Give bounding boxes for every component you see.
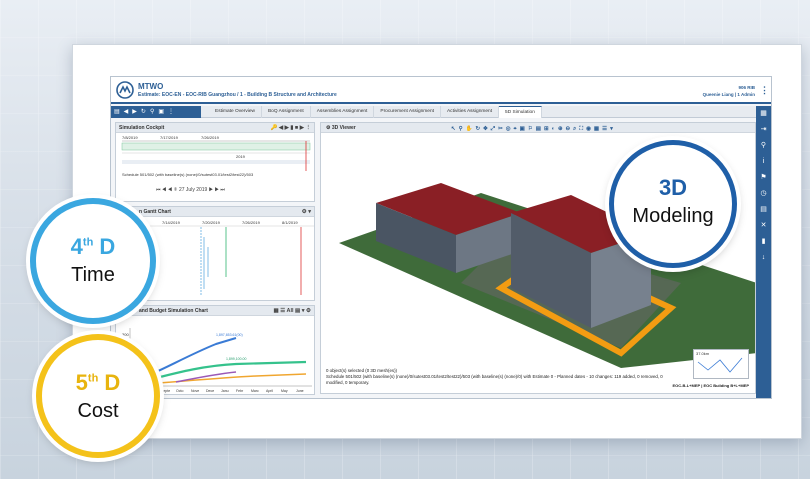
panel-title: and Budget Simulation Chart ▦ ☰ All ▤ ▾ … (116, 306, 314, 316)
main-toolbar: ▤ ◀ ▶ ↻ ⚲ ▣ ⋮ (111, 106, 201, 118)
app-header: MTWO Estimate: EOC-EN - EOC-RIB Guangzho… (111, 77, 771, 104)
panel-title: Simulation Cockpit 🔑 ◀ ▶ ▮ ■ ▶ ⋮ (116, 123, 314, 133)
info-icon[interactable]: i (756, 154, 771, 170)
user-name: Queenie Liang | 1 Admin (702, 92, 755, 97)
badge-label: Cost (77, 400, 119, 422)
svg-text:Octo: Octo (176, 389, 183, 393)
badge-title: 5th D (75, 370, 121, 395)
tab-assemblies-assignment[interactable]: Assemblies Assignment (311, 106, 375, 118)
svg-text:Septe: Septe (161, 389, 170, 393)
save-icon[interactable]: ▤ (114, 106, 120, 118)
gantt-date: 7/20/2019 (202, 220, 221, 225)
data-label: 1,897,653.61(00) (216, 333, 243, 337)
bookmark-icon[interactable]: ⚲ (150, 106, 154, 118)
svg-text:Marc: Marc (251, 389, 259, 393)
tab-activities-assignment[interactable]: Activities Assignment (441, 106, 500, 118)
svg-text:May: May (281, 389, 288, 393)
svg-text:Nove: Nove (191, 389, 199, 393)
search-icon[interactable]: ⚲ (756, 138, 771, 154)
badge-label: Modeling (632, 205, 714, 227)
tab-procurement-assignment[interactable]: Procurement Assignment (374, 106, 441, 118)
data-label: 1,899,100.00 (226, 357, 246, 361)
gantt-date: 8/1/2019 (282, 220, 298, 225)
svg-text:April: April (266, 389, 273, 393)
timeline-date: 7/17/2019 (160, 135, 179, 140)
module-tab-bar: ▤ ◀ ▶ ↻ ⚲ ▣ ⋮ Estimate Overview BoQ Assi… (111, 106, 758, 118)
tab-list: Estimate Overview BoQ Assignment Assembl… (209, 106, 542, 118)
cockpit-timeline[interactable]: 7/8/2019 7/17/2019 7/26/2019 2019 Schedu… (116, 133, 315, 181)
badge-title: 4th D (70, 234, 116, 259)
bookmark-icon[interactable]: ▮ (756, 234, 771, 250)
panel-title: ⚙ 3D Viewer ↖ ⚲ ✋ ↻ ✥ ⤢ ✂ ◎ ⌖ ▣ ⚐ ▤ ⊞ ◐ ⊕ ⊖ ⌕ ⛶ ◉ ▦ ☰ ▾ (321, 123, 755, 133)
viewer-toolbar[interactable]: ↖ ⚲ ✋ ↻ ✥ ⤢ ✂ ◎ ⌖ ▣ ⚐ ▤ ⊞ ◐ ⊕ ⊖ ⌕ ⛶ ◉ ▦ ☰ ▾ (451, 124, 613, 134)
mtwo-logo-icon (116, 81, 134, 99)
playback-controls[interactable]: 🔑 ◀ ▶ ▮ ■ ▶ ⋮ (270, 123, 311, 133)
next-icon[interactable]: ▶ (132, 106, 137, 118)
layout-icon[interactable]: ▣ (158, 106, 164, 118)
series-line-purple (175, 371, 237, 383)
badge-label: Time (71, 264, 115, 286)
gantt-date: 7/26/2019 (242, 220, 261, 225)
clock-icon[interactable]: ◷ (756, 186, 771, 202)
export-icon[interactable]: ⇥ (756, 122, 771, 138)
timeline-date: 7/8/2019 (122, 135, 138, 140)
brand-name: MTWO (138, 82, 164, 91)
tab-5d-simulation[interactable]: 5D Simulation (499, 106, 542, 118)
badge-3d-modeling: 3D Modeling (609, 140, 737, 268)
tab-estimate-overview[interactable]: Estimate Overview (209, 106, 262, 118)
more-vertical-icon[interactable]: ⋮ (760, 85, 769, 96)
svg-text:June: June (296, 389, 304, 393)
grid-icon[interactable]: ▦ (756, 106, 771, 122)
y-axis-label: 300 (122, 332, 129, 337)
simulation-cockpit-panel: Simulation Cockpit 🔑 ◀ ▶ ▮ ■ ▶ ⋮ 7/8/201… (115, 122, 315, 202)
timeline-bar-green (121, 142, 311, 151)
timeline-bar-grey (122, 160, 310, 164)
refresh-icon[interactable]: ↻ (141, 106, 146, 118)
user-company: 906 RIB (738, 85, 755, 90)
chart-controls[interactable]: ▦ ☰ All ▤ ▾ ⚙ (274, 306, 312, 316)
model-name: EOC-B-L+MEP | EOC Building B+L+MEP (672, 383, 750, 388)
timeline-date: 7/26/2019 (201, 135, 220, 140)
settings-icon[interactable]: ⚙ (326, 125, 330, 131)
breadcrumb[interactable]: Estimate: EOC-EN - EOC-RIB Guangzhou / 1… (138, 92, 337, 98)
gantt-date: 7/14/2019 (162, 220, 181, 225)
svg-text:Dece: Dece (206, 389, 214, 393)
svg-text:Janu: Janu (221, 389, 229, 393)
tab-boq-assignment[interactable]: BoQ Assignment (262, 106, 311, 118)
panel-title: n Gantt Chart ⚙ ▾ (116, 207, 314, 217)
svg-text:Febr: Febr (236, 389, 244, 393)
badge-4d-time: 4th D Time (30, 198, 156, 324)
date-navigator[interactable]: ⏮ ◀ ◀ ▯ 27 July 2019 ▶ ▶ ⏭ (156, 187, 225, 193)
previous-icon[interactable]: ◀ (124, 106, 129, 118)
settings-icon[interactable]: ⚙ ▾ (302, 207, 311, 217)
user-info[interactable]: 906 RIB Queenie Liang | 1 Admin (703, 84, 755, 98)
badge-5d-cost: 5th D Cost (36, 334, 160, 458)
download-icon[interactable]: ↓ (756, 250, 771, 266)
tools-icon[interactable]: ✕ (756, 218, 771, 234)
viewer-status: 0 object(s) selected (0 3D mesh(es)) Sch… (326, 368, 663, 385)
schedule-text: Schedule 501/502 (with baseline(s) (none… (122, 172, 254, 177)
badge-title: 3D (658, 175, 688, 200)
filter-icon[interactable]: ⚑ (756, 170, 771, 186)
timeline-date: 2019 (236, 154, 246, 159)
report-icon[interactable]: ▤ (756, 202, 771, 218)
minimap[interactable]: 37.0km (693, 349, 749, 379)
more-icon[interactable]: ⋮ (168, 106, 174, 118)
right-sidebar: ▦ ⇥ ⚲ i ⚑ ◷ ▤ ✕ ▮ ↓ (756, 106, 771, 398)
